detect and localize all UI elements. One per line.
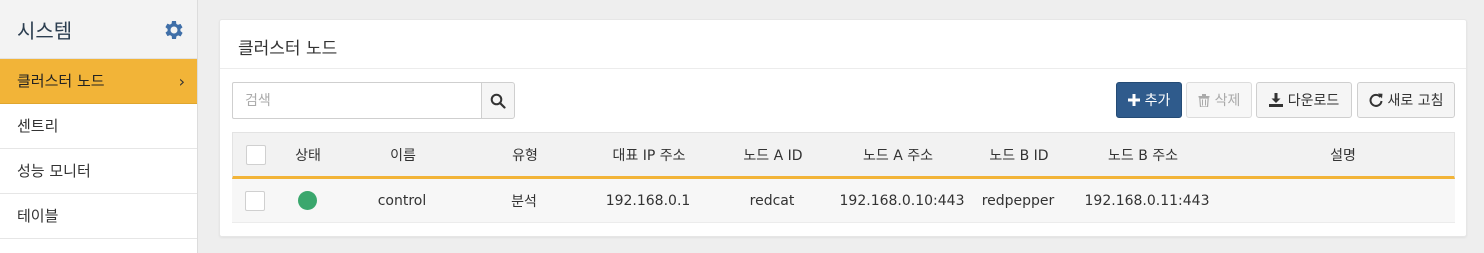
- search-icon: [490, 93, 506, 109]
- node-a-address-cell: 192.168.0.10:443: [839, 192, 965, 209]
- download-button-label: 다운로드: [1287, 93, 1340, 109]
- page-title: 클러스터 노드: [238, 39, 338, 59]
- sidebar-item-table[interactable]: 테이블: [0, 194, 197, 239]
- column-header-name[interactable]: 이름: [363, 133, 443, 177]
- refresh-button[interactable]: 새로 고침: [1357, 82, 1455, 118]
- column-header-node-a-address[interactable]: 노드 A 주소: [838, 133, 958, 177]
- node-table: 상태 이름 유형 대표 IP 주소 노드 A ID 노드 A 주소 노드 B I…: [232, 132, 1455, 223]
- sidebar-item-cluster-node[interactable]: 클러스터 노드 ›: [0, 59, 197, 104]
- node-b-id-cell: redpepper: [981, 192, 1055, 209]
- refresh-button-label: 새로 고침: [1387, 93, 1444, 109]
- name-cell: control: [377, 192, 427, 209]
- sidebar-item-sentry[interactable]: 센트리: [0, 104, 197, 149]
- description-cell: [1302, 179, 1382, 222]
- column-header-node-a-id[interactable]: 노드 A ID: [723, 133, 823, 177]
- delete-button[interactable]: 삭제: [1186, 82, 1252, 118]
- column-header-node-b-address[interactable]: 노드 B 주소: [1083, 133, 1203, 177]
- sidebar: 시스템 클러스터 노드 › 센트리 성능 모니터 테이블: [0, 0, 198, 253]
- node-b-address-cell: 192.168.0.11:443: [1084, 192, 1210, 209]
- refresh-icon: [1369, 93, 1382, 107]
- row-select-cell: [244, 179, 266, 222]
- sidebar-header: 시스템: [0, 0, 197, 59]
- ip-cell: 192.168.0.1: [605, 192, 691, 209]
- gear-icon[interactable]: [162, 18, 186, 42]
- type-cell: 분석: [511, 193, 537, 210]
- add-button-label: 추가: [1144, 93, 1171, 109]
- node-a-id-cell: redcat: [749, 192, 795, 209]
- trash-icon: [1198, 93, 1210, 107]
- plus-icon: [1127, 94, 1140, 106]
- sidebar-title: 시스템: [17, 19, 73, 43]
- status-cell: [282, 179, 332, 222]
- add-button[interactable]: 추가: [1116, 82, 1182, 118]
- sidebar-item-label: 성능 모니터: [17, 162, 91, 180]
- sidebar-item-performance-monitor[interactable]: 성능 모니터: [0, 149, 197, 194]
- download-button[interactable]: 다운로드: [1256, 82, 1352, 118]
- status-indicator: [297, 191, 317, 210]
- select-all-checkbox[interactable]: [246, 145, 266, 165]
- column-header-type[interactable]: 유형: [485, 133, 565, 177]
- column-header-ip[interactable]: 대표 IP 주소: [594, 133, 704, 177]
- chevron-right-icon: ›: [178, 72, 185, 91]
- sidebar-item-label: 센트리: [17, 117, 59, 135]
- select-all-cell: [245, 133, 267, 177]
- column-header-node-b-id[interactable]: 노드 B ID: [969, 133, 1069, 177]
- sidebar-item-label: 테이블: [17, 207, 59, 225]
- table-header: 상태 이름 유형 대표 IP 주소 노드 A ID 노드 A 주소 노드 B I…: [232, 132, 1455, 179]
- download-icon: [1268, 93, 1283, 107]
- sidebar-item-label: 클러스터 노드: [17, 72, 105, 90]
- column-header-status[interactable]: 상태: [283, 133, 333, 177]
- column-header-description[interactable]: 설명: [1303, 133, 1383, 177]
- delete-button-label: 삭제: [1214, 93, 1241, 109]
- search-button[interactable]: [481, 82, 515, 119]
- row-checkbox[interactable]: [245, 190, 265, 211]
- search-input[interactable]: [232, 82, 482, 119]
- divider: [220, 68, 1466, 69]
- cluster-node-panel: 클러스터 노드 추가 삭제 다운로드: [219, 19, 1467, 237]
- table-row[interactable]: control 분석 192.168.0.1 redcat 192.168.0.…: [232, 179, 1455, 223]
